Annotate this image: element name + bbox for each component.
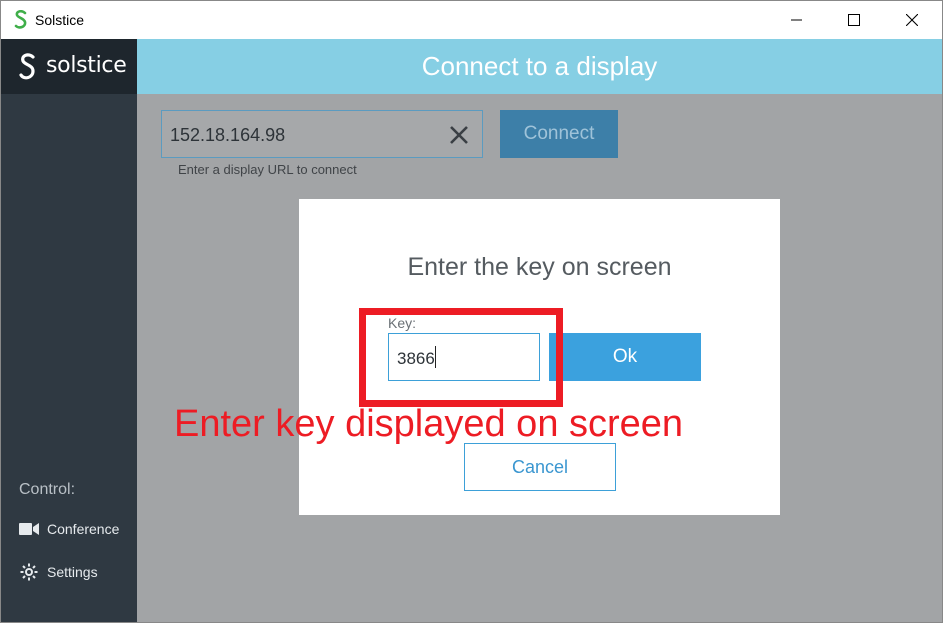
display-url-value: 152.18.164.98 [170,125,286,145]
ok-button[interactable]: Ok [549,333,701,381]
close-button[interactable] [883,1,941,39]
app-window: Solstice solstice Control: Conference Se… [0,0,943,623]
control-section-label: Control: [19,481,76,498]
solstice-logo-icon [19,53,35,80]
clear-input-icon[interactable] [448,124,470,146]
gear-icon [19,562,39,582]
annotation-highlight-box [359,308,563,407]
connect-button[interactable]: Connect [500,110,618,158]
cancel-button[interactable]: Cancel [464,443,616,491]
window-title: Solstice [35,12,85,28]
sidebar-item-conference[interactable]: Conference [1,512,137,546]
sidebar-item-settings[interactable]: Settings [1,555,137,589]
title-bar: Solstice [1,1,942,39]
minimize-button[interactable] [768,1,826,39]
brand-name: solstice [46,53,127,78]
dialog-title: Enter the key on screen [407,253,672,281]
maximize-icon [848,14,860,26]
minimize-icon [791,19,802,21]
maximize-button[interactable] [825,1,883,39]
sidebar-item-label: Conference [47,521,120,537]
sidebar-item-label: Settings [47,564,98,580]
annotation-text: Enter key displayed on screen [174,403,684,445]
brand: solstice [1,39,137,94]
page-header: Connect to a display [137,39,942,94]
close-icon [906,14,918,26]
sidebar: solstice Control: Conference Settings [1,39,137,622]
url-hint: Enter a display URL to connect [178,162,357,177]
solstice-logo-icon [14,10,27,29]
display-url-input[interactable]: 152.18.164.98 [161,110,483,158]
page-title: Connect to a display [421,51,658,81]
video-camera-icon [19,519,39,539]
